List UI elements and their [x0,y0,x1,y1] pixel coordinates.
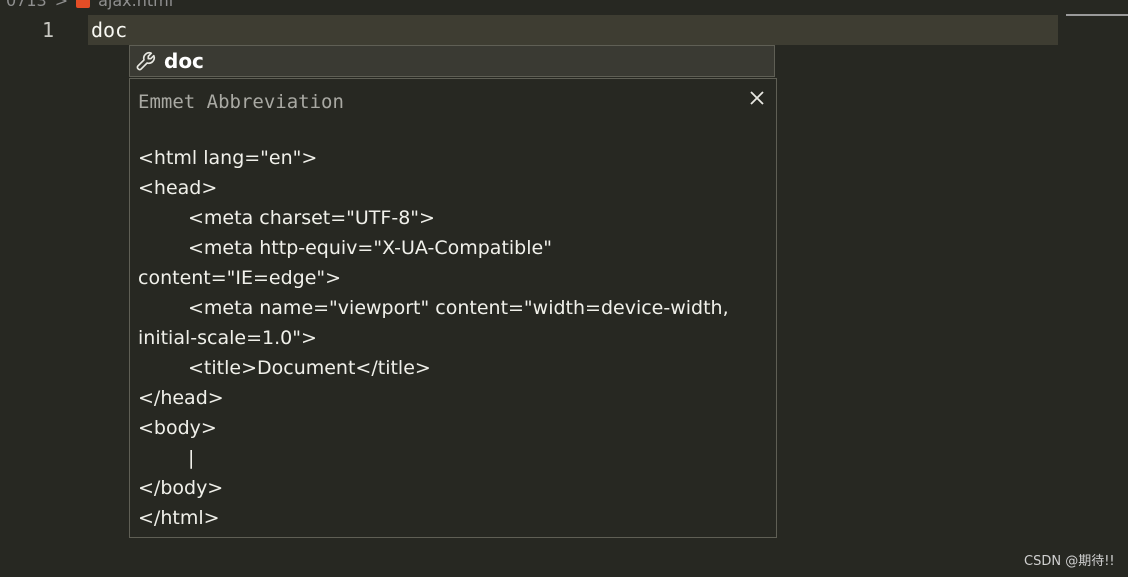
suggestion-details-panel: Emmet Abbreviation <html lang="en"> <head… [129,78,777,538]
minimap-slider[interactable] [1066,14,1128,16]
suggestion-item[interactable]: doc [129,45,775,77]
watermark: CSDN @期待!! [1024,554,1115,569]
preview-line: </head> [138,387,224,409]
preview-line: initial-scale=1.0"> [138,327,317,349]
preview-line: <meta http-equiv="X-UA-Compatible" [188,237,552,259]
close-icon[interactable] [748,89,766,107]
breadcrumb: 0713 > ajax.html [6,0,173,10]
line-number: 1 [41,18,54,42]
preview-line: | [188,447,195,469]
breadcrumb-folder[interactable]: 0713 [6,0,47,10]
breadcrumb-file[interactable]: ajax.html [98,0,173,10]
preview-line: <html lang="en"> [138,147,318,169]
code-line[interactable]: doc [91,16,127,44]
preview-line: <body> [138,417,217,439]
details-title: Emmet Abbreviation [138,91,344,113]
preview-line: <head> [138,177,218,199]
html5-icon [76,0,91,8]
breadcrumb-separator: > [54,0,69,10]
preview-line: <meta name="viewport" content="width=dev… [188,297,729,319]
preview-line: </html> [138,507,220,529]
wrench-icon [134,49,158,73]
preview-line: content="IE=edge"> [138,267,342,289]
preview-line: <meta charset="UTF-8"> [188,207,435,229]
suggestion-label: doc [164,49,204,73]
emmet-preview-code: <html lang="en"> <head> <meta charset="UTF… [138,143,729,533]
preview-line: </body> [138,477,224,499]
preview-line: <title>Document</title> [188,357,431,379]
editor: 0713 > ajax.html 1 doc doc Emmet Abbrevi… [0,0,1128,577]
current-line-highlight [88,15,1058,45]
